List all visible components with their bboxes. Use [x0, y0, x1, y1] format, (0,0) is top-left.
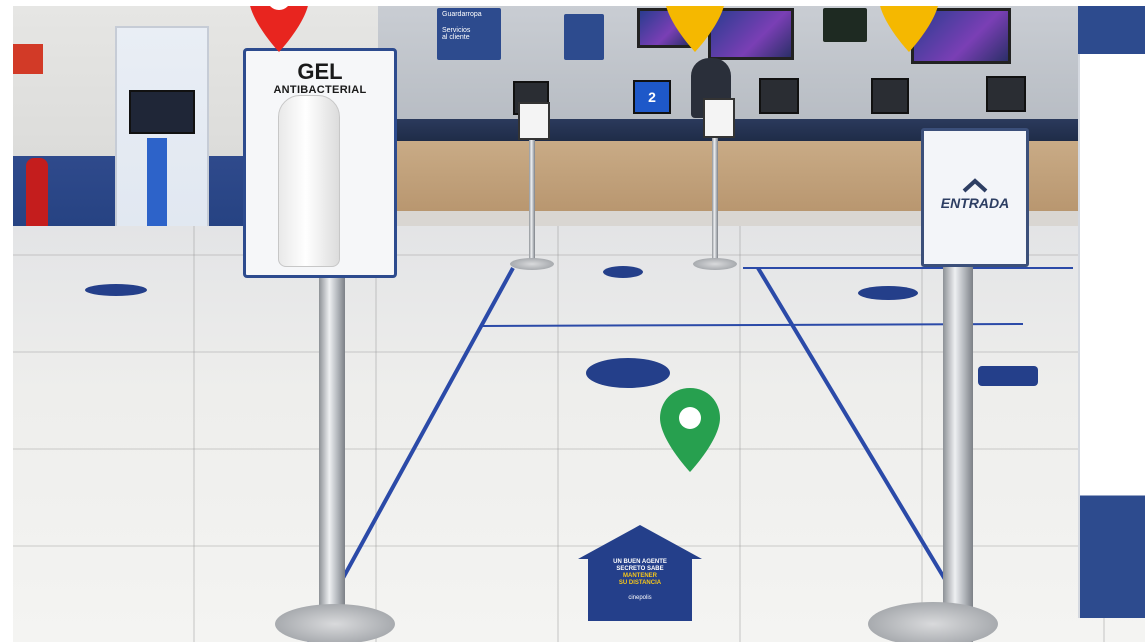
- yellow-map-pin-icon: [880, 6, 938, 52]
- gel-stand-pole: [319, 266, 345, 636]
- entrada-label: ENTRADA: [940, 195, 1010, 211]
- green-map-pin-icon: [660, 388, 720, 472]
- stanchion-sign: [518, 102, 550, 140]
- red-map-pin-icon: [250, 6, 308, 52]
- stanchion-base: [693, 258, 737, 270]
- gel-sign-board: GEL ANTIBACTERIAL: [243, 48, 397, 278]
- house-line-3: MANTENER: [623, 572, 657, 579]
- floor-sticker: [603, 266, 643, 278]
- stanchion-sign: [703, 98, 735, 138]
- gel-stand-base: [275, 604, 395, 642]
- lane-line-right: [756, 266, 975, 628]
- yellow-map-pin-icon: [666, 6, 724, 52]
- entrada-stand-pole: [943, 266, 973, 642]
- floor-sticker: [858, 286, 918, 300]
- protocol-banner: [1078, 6, 1145, 618]
- floor-sticker-distance: [586, 358, 670, 388]
- entrada-stand-base: [868, 602, 998, 642]
- gel-title-line1: GEL: [297, 59, 343, 84]
- house-line-4: SU DISTANCIA: [618, 579, 662, 586]
- house-line-2: SECRETO SABE: [616, 565, 664, 572]
- gel-dispenser: [278, 95, 340, 267]
- gel-sign-title: GEL ANTIBACTERIAL: [246, 61, 394, 96]
- floor-sticker-house: UN BUEN AGENTE SECRETO SABE MANTENER SU …: [576, 523, 704, 623]
- chevron-up-icon: [962, 178, 988, 193]
- floor-sticker: [978, 366, 1038, 386]
- house-text: UN BUEN AGENTE SECRETO SABE MANTENER SU …: [590, 559, 690, 601]
- protocol-banner-header: [1078, 6, 1145, 54]
- floor-sticker: [85, 284, 147, 296]
- house-brand: cinepolis: [628, 594, 652, 601]
- photo-scene: Guardarropa Servicios al cliente 2 UN BU…: [13, 6, 1145, 642]
- lane-line-cross: [482, 323, 1024, 327]
- entrada-sign-board: ENTRADA: [921, 128, 1029, 267]
- stanchion-base: [510, 258, 554, 270]
- house-line-1: UN BUEN AGENTE: [613, 559, 667, 565]
